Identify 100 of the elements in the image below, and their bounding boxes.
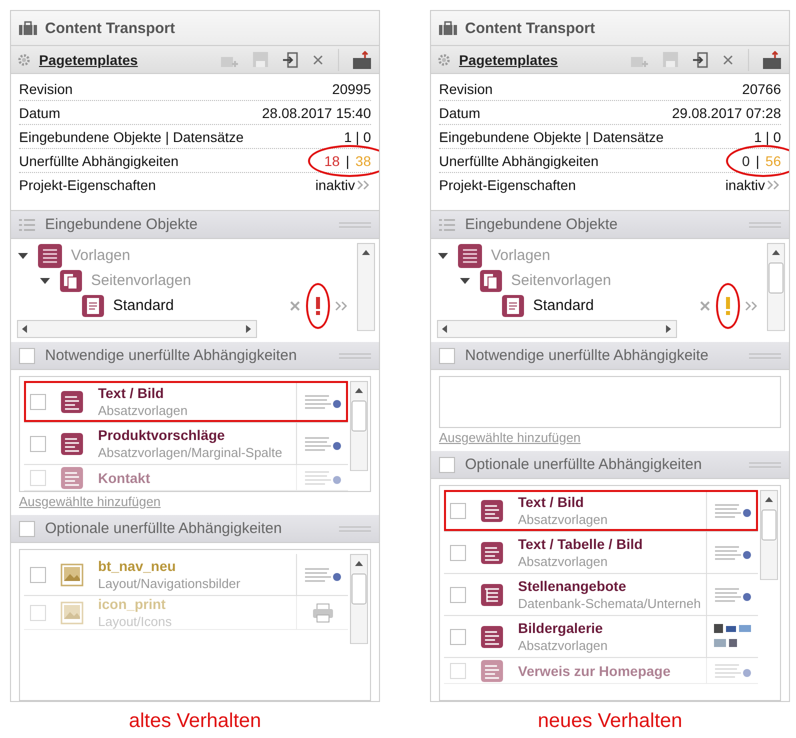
document-icon	[60, 432, 84, 456]
property-value: inaktiv	[725, 176, 765, 192]
scrollbar[interactable]	[350, 554, 368, 644]
printer-icon	[312, 602, 334, 622]
optional-count: 38	[355, 152, 371, 168]
settings-icon[interactable]	[17, 52, 31, 66]
list-row[interactable]: Text / Bild Absatzvorlagen	[24, 381, 348, 423]
close-icon[interactable]	[312, 54, 324, 66]
chevrons-icon[interactable]	[335, 300, 349, 310]
image-icon	[60, 562, 84, 586]
item-title: Kontakt	[98, 470, 152, 486]
property-label: Datum	[439, 104, 480, 120]
item-title: Stellenangebote	[518, 578, 628, 594]
document-icon	[480, 498, 504, 522]
grip-icon[interactable]	[749, 222, 781, 228]
table-icon	[480, 582, 504, 606]
document-icon	[60, 390, 84, 414]
item-path: Absatzvorlagen	[98, 403, 189, 418]
close-icon[interactable]	[722, 54, 734, 66]
item-title: bt_nav_neu	[98, 558, 177, 574]
checkbox[interactable]	[19, 348, 35, 364]
import-icon[interactable]	[692, 52, 708, 68]
grip-icon[interactable]	[749, 462, 781, 468]
pagetemplates-link[interactable]: Pagetemplates	[459, 52, 558, 68]
checkbox[interactable]	[450, 586, 466, 602]
briefcase-upload-icon[interactable]	[353, 50, 373, 68]
close-icon[interactable]	[699, 300, 711, 312]
checkbox[interactable]	[450, 544, 466, 560]
property-label: Unerfüllte Abhängigkeiten	[19, 152, 179, 168]
caret-icon[interactable]	[437, 252, 449, 260]
checkbox[interactable]	[450, 662, 466, 678]
caret-icon[interactable]	[39, 276, 51, 284]
document-icon	[501, 294, 525, 318]
tree-item[interactable]: Standard	[113, 297, 174, 314]
property-value: inaktiv	[315, 176, 355, 192]
scrollbar[interactable]	[350, 381, 368, 471]
checkbox[interactable]	[30, 604, 46, 620]
scrollbar[interactable]	[17, 320, 257, 338]
document-icon	[81, 294, 105, 318]
list-row[interactable]: Stellenangebote Datenbank-Schemata/Unterneh	[444, 574, 758, 616]
separator: |	[346, 152, 350, 168]
import-icon[interactable]	[282, 52, 298, 68]
panel-title: Content Transport	[45, 20, 175, 36]
chevrons-icon[interactable]	[745, 300, 759, 310]
chevrons-icon[interactable]	[357, 180, 371, 190]
grip-icon[interactable]	[339, 352, 371, 358]
briefcase-icon	[439, 21, 457, 35]
document-icon	[480, 540, 504, 564]
document-icon	[480, 624, 504, 648]
floppy-icon[interactable]	[253, 52, 268, 67]
caret-icon[interactable]	[459, 276, 471, 284]
floppy-icon[interactable]	[663, 52, 678, 67]
briefcase-icon	[19, 21, 37, 35]
property-label: Revision	[19, 80, 73, 96]
briefcase-upload-icon[interactable]	[763, 50, 783, 68]
checkbox[interactable]	[30, 470, 46, 486]
checkbox[interactable]	[30, 436, 46, 452]
property-label: Revision	[439, 80, 493, 96]
caret-icon[interactable]	[17, 252, 29, 260]
item-title: icon_print	[98, 596, 167, 612]
grip-icon[interactable]	[339, 222, 371, 228]
scrollbar[interactable]	[357, 243, 375, 331]
checkbox[interactable]	[30, 394, 46, 410]
checkbox[interactable]	[450, 628, 466, 644]
separator: |	[756, 152, 760, 168]
scrollbar[interactable]	[767, 243, 785, 331]
pagetemplates-link[interactable]: Pagetemplates	[39, 52, 138, 68]
chevrons-icon[interactable]	[767, 180, 781, 190]
list-row[interactable]: Text / Bild Absatzvorlagen	[444, 490, 758, 532]
caption: altes Verhalten	[128, 710, 262, 733]
list-row[interactable]: Bildergalerie Absatzvorlagen	[444, 616, 758, 658]
section-title: Eingebundene Objekte	[465, 216, 618, 233]
list-row[interactable]: Produktvorschläge Absatzvorlagen/Marginal-Spalte	[24, 423, 348, 465]
checkbox[interactable]	[439, 348, 455, 364]
property-label: Eingebundene Objekte | Datensätze	[439, 128, 664, 144]
checkbox[interactable]	[439, 456, 455, 472]
scrollbar[interactable]	[760, 490, 778, 580]
checkbox[interactable]	[19, 520, 35, 536]
item-title: Bildergalerie	[518, 620, 604, 636]
panel-title: Content Transport	[465, 20, 595, 36]
document-icon	[60, 466, 84, 490]
caption: neues Verhalten	[538, 710, 682, 733]
section-title: Optionale unerfüllte Abhängigkeiten	[465, 456, 702, 473]
item-path: Absatzvorlagen	[518, 512, 609, 527]
scrollbar[interactable]	[437, 320, 677, 338]
list-icon	[19, 218, 35, 230]
settings-icon[interactable]	[437, 52, 451, 66]
item-path: Absatzvorlagen/Marginal-Spalte	[98, 445, 284, 460]
item-title: Text / Bild	[98, 385, 165, 401]
checkbox[interactable]	[30, 566, 46, 582]
item-path: Absatzvorlagen	[518, 638, 609, 653]
grip-icon[interactable]	[749, 352, 781, 358]
grip-icon[interactable]	[339, 526, 371, 532]
close-icon[interactable]	[289, 300, 301, 312]
list-row[interactable]: Text / Tabelle / Bild Absatzvorlagen	[444, 532, 758, 574]
checkbox[interactable]	[450, 502, 466, 518]
documents-icon	[59, 268, 83, 292]
tree-item[interactable]: Standard	[533, 297, 594, 314]
property-label: Eingebundene Objekte | Datensätze	[19, 128, 244, 144]
section-title: Optionale unerfüllte Abhängigkeiten	[45, 520, 282, 537]
